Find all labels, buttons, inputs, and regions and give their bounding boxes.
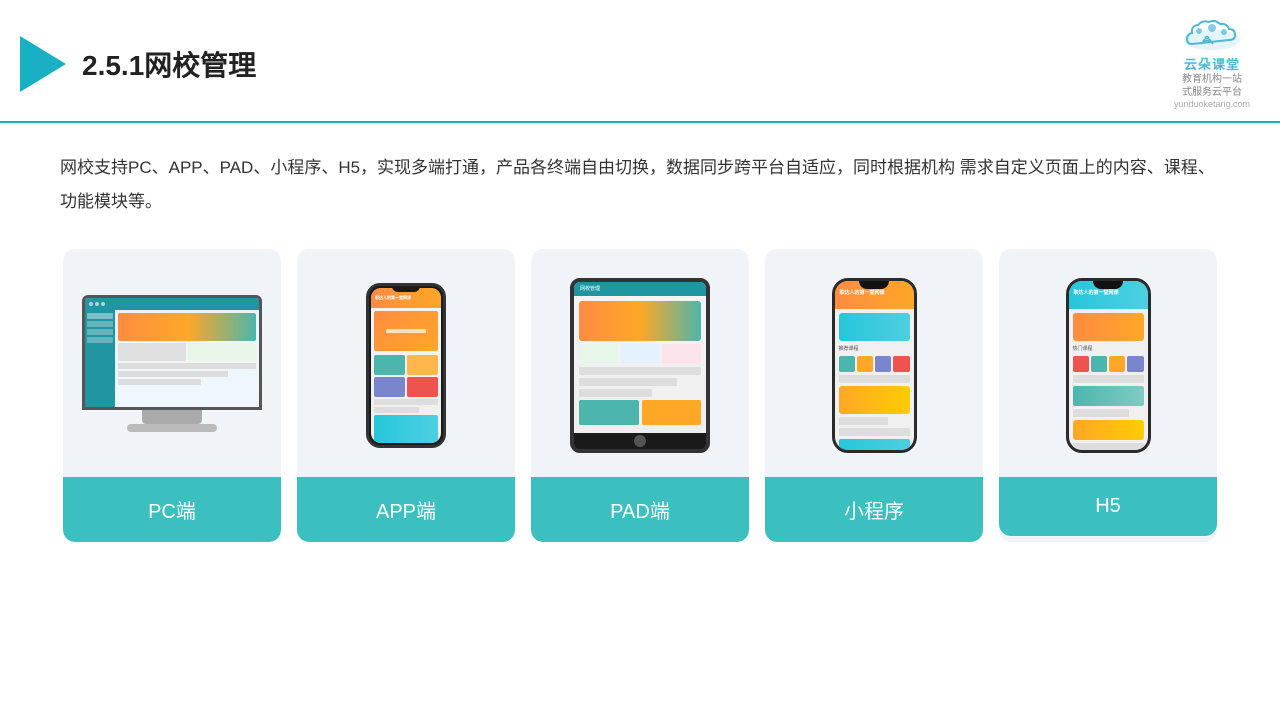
description-text: 网校支持PC、APP、PAD、小程序、H5，实现多端打通，产品各终端自由切换，数… [60,151,1220,219]
mini-program-image-area: 职达人的第一堂网课 推荐课程 [777,265,971,465]
app-image-area: 职达人的第一堂网课 [309,265,503,465]
header: 2.5.1网校管理 云朵课堂 教育机构一站式服务云平台 yunduoketang… [0,0,1280,123]
app-label: APP端 [297,477,515,542]
h5-label: H5 [999,477,1217,536]
header-left: 2.5.1网校管理 [20,36,256,92]
brand-domain: yunduoketang.com [1174,99,1250,109]
brand-sub: 教育机构一站式服务云平台 [1182,73,1242,99]
page-title: 2.5.1网校管理 [82,44,256,84]
pad-label: PAD端 [531,477,749,542]
brand-logo: 云朵课堂 教育机构一站式服务云平台 yunduoketang.com [1174,18,1250,109]
h5-image-area: 职达人的第一堂网课 热门课程 [1011,265,1205,465]
logo-triangle-icon [20,36,66,92]
pc-monitor-icon [82,295,262,435]
main-content: 网校支持PC、APP、PAD、小程序、H5，实现多端打通，产品各终端自由切换，数… [0,123,1280,562]
mini-label: 小程序 [765,477,983,542]
pad-image-area: 网校管理 [543,265,737,465]
device-cards-container: PC端 职达人的第一堂网课 [60,249,1220,542]
brand-cloud-icon [1177,18,1247,54]
mini-program-card: 职达人的第一堂网课 推荐课程 [765,249,983,542]
mini-program-phone-icon: 职达人的第一堂网课 推荐课程 [832,278,917,453]
pad-tablet-icon: 网校管理 [570,278,710,453]
pc-label: PC端 [63,477,281,542]
app-card: 职达人的第一堂网课 [297,249,515,542]
brand-name: 云朵课堂 [1184,54,1240,73]
h5-card: 职达人的第一堂网课 热门课程 [999,249,1217,542]
pc-image-area [75,265,269,465]
pc-card: PC端 [63,249,281,542]
app-phone-icon: 职达人的第一堂网课 [366,283,446,448]
pad-card: 网校管理 [531,249,749,542]
h5-phone-icon: 职达人的第一堂网课 热门课程 [1066,278,1151,453]
